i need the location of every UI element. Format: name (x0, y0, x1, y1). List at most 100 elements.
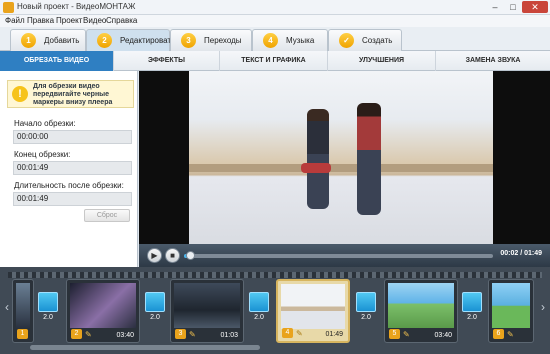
menu-video[interactable]: Видео (83, 16, 106, 25)
skateboard (301, 163, 331, 173)
transition-1[interactable]: 2.0 (38, 292, 58, 324)
window-title: Новый проект - ВидеоМОНТАЖ (17, 2, 136, 11)
transition-duration: 2.0 (467, 314, 477, 321)
transition-2[interactable]: 2.0 (145, 292, 165, 324)
step-number-badge: 4 (263, 33, 278, 48)
clip-index: 5 (389, 329, 400, 339)
clip-duration: 03:40 (116, 332, 134, 339)
tab-trim-video[interactable]: ОБРЕЗАТЬ ВИДЕО (0, 51, 114, 71)
clip-thumbnail (388, 283, 454, 328)
pencil-icon[interactable]: ✎ (189, 330, 196, 339)
trim-hint-text: Для обрезки видео передвигайте черные ма… (33, 83, 113, 106)
film-perforation (8, 272, 542, 278)
clip-2[interactable]: 2 ✎ 03:40 (66, 279, 140, 343)
play-button[interactable]: ▶ (147, 248, 162, 263)
transition-duration: 2.0 (254, 314, 264, 321)
tab-replace-sound[interactable]: ЗАМЕНА ЗВУКА (436, 51, 550, 71)
clip-thumbnail (492, 283, 530, 328)
maximize-button[interactable]: □ (504, 1, 522, 13)
skater-figure-left (307, 109, 329, 209)
clip-index: 4 (282, 328, 293, 338)
minimize-button[interactable]: – (486, 1, 504, 13)
player-controls: ▶ ■ 00:02 / 01:49 (139, 244, 550, 267)
transition-icon (249, 292, 269, 312)
clip-index: 2 (71, 329, 82, 339)
pencil-icon[interactable]: ✎ (85, 330, 92, 339)
trim-start-label: Начало обрезки: (14, 119, 76, 128)
transition-icon (38, 292, 58, 312)
clip-index: 1 (17, 329, 28, 339)
step-edit[interactable]: 2 Редактировать (86, 29, 175, 51)
video-frame (189, 71, 493, 244)
transition-5[interactable]: 2.0 (462, 292, 482, 324)
clip-thumbnail (16, 283, 30, 328)
timeline-strip: ‹ › 1 2.0 2 ✎ 03:40 2.0 3 ✎ 01:03 2.0 4 … (0, 267, 550, 354)
skater-figure-right (357, 103, 381, 215)
step-tabs: 1 Добавить 2 Редактировать 3 Переходы 4 … (0, 27, 550, 51)
menu-bar: Файл Правка Проект Видео Справка (0, 15, 550, 27)
step-number-badge: 3 (181, 33, 196, 48)
clip-5[interactable]: 5 ✎ 03:40 (384, 279, 458, 343)
tab-text-graphics[interactable]: ТЕКСТ И ГРАФИКА (220, 51, 328, 71)
step-create[interactable]: ✓ Создать (328, 29, 402, 51)
trim-hint: ! Для обрезки видео передвигайте черные … (7, 80, 134, 108)
step-music[interactable]: 4 Музыка (252, 29, 328, 51)
clip-3[interactable]: 3 ✎ 01:03 (170, 279, 244, 343)
step-label: Переходы (204, 36, 242, 45)
step-label: Добавить (44, 36, 80, 45)
trim-end-label: Конец обрезки: (14, 150, 71, 159)
stop-button[interactable]: ■ (165, 248, 180, 263)
trim-end-field[interactable]: 00:01:49 (13, 161, 132, 175)
clip-thumbnail (281, 284, 345, 329)
clip-4-selected[interactable]: 4 ✎ 01:49 (276, 279, 350, 343)
trim-length-label: Длительность после обрезки: (14, 181, 124, 190)
step-label: Редактировать (120, 36, 176, 45)
step-label: Музыка (286, 36, 315, 45)
time-display: 00:02 / 01:49 (500, 250, 542, 257)
tab-effects[interactable]: ЭФФЕКТЫ (114, 51, 220, 71)
seek-bar[interactable] (184, 251, 493, 260)
menu-help[interactable]: Справка (106, 16, 137, 25)
seek-handle[interactable] (186, 251, 196, 260)
menu-project[interactable]: Проект (56, 16, 82, 25)
step-number-badge: 1 (21, 33, 36, 48)
trim-start-field[interactable]: 00:00:00 (13, 130, 132, 144)
clip-6[interactable]: 6 ✎ (488, 279, 534, 343)
clip-duration: 01:03 (220, 332, 238, 339)
transition-4[interactable]: 2.0 (356, 292, 376, 324)
chevron-right-icon[interactable]: › (538, 297, 548, 317)
clip-thumbnail (70, 283, 136, 328)
menu-edit[interactable]: Правка (27, 16, 54, 25)
clip-duration: 01:49 (325, 331, 343, 338)
background-fence (189, 164, 493, 172)
video-preview[interactable] (139, 71, 550, 244)
clip-index: 6 (493, 329, 504, 339)
timeline-scrollbar[interactable] (30, 345, 260, 350)
clip-index: 3 (175, 329, 186, 339)
clip-1[interactable]: 1 (12, 279, 34, 343)
transition-duration: 2.0 (361, 314, 371, 321)
pencil-icon[interactable]: ✎ (507, 330, 514, 339)
reset-button[interactable]: Сброс (84, 209, 130, 222)
tab-enhancements[interactable]: УЛУЧШЕНИЯ (328, 51, 436, 71)
chevron-left-icon[interactable]: ‹ (2, 297, 12, 317)
clip-duration: 03:40 (434, 332, 452, 339)
clip-thumbnail (174, 283, 240, 328)
transition-icon (462, 292, 482, 312)
step-add[interactable]: 1 Добавить (10, 29, 86, 51)
transition-icon (356, 292, 376, 312)
info-bulb-icon: ! (12, 86, 28, 102)
transition-duration: 2.0 (43, 314, 53, 321)
step-transitions[interactable]: 3 Переходы (170, 29, 252, 51)
pencil-icon[interactable]: ✎ (296, 329, 303, 338)
check-icon: ✓ (339, 33, 354, 48)
trim-length-field: 00:01:49 (13, 192, 132, 206)
pencil-icon[interactable]: ✎ (403, 330, 410, 339)
close-button[interactable]: ✕ (522, 1, 548, 13)
edit-subtabs: ОБРЕЗАТЬ ВИДЕО ЭФФЕКТЫ ТЕКСТ И ГРАФИКА У… (0, 51, 550, 71)
step-label: Создать (362, 36, 393, 45)
step-number-badge: 2 (97, 33, 112, 48)
title-bar: Новый проект - ВидеоМОНТАЖ – □ ✕ (0, 0, 550, 15)
menu-file[interactable]: Файл (5, 16, 25, 25)
transition-3[interactable]: 2.0 (249, 292, 269, 324)
